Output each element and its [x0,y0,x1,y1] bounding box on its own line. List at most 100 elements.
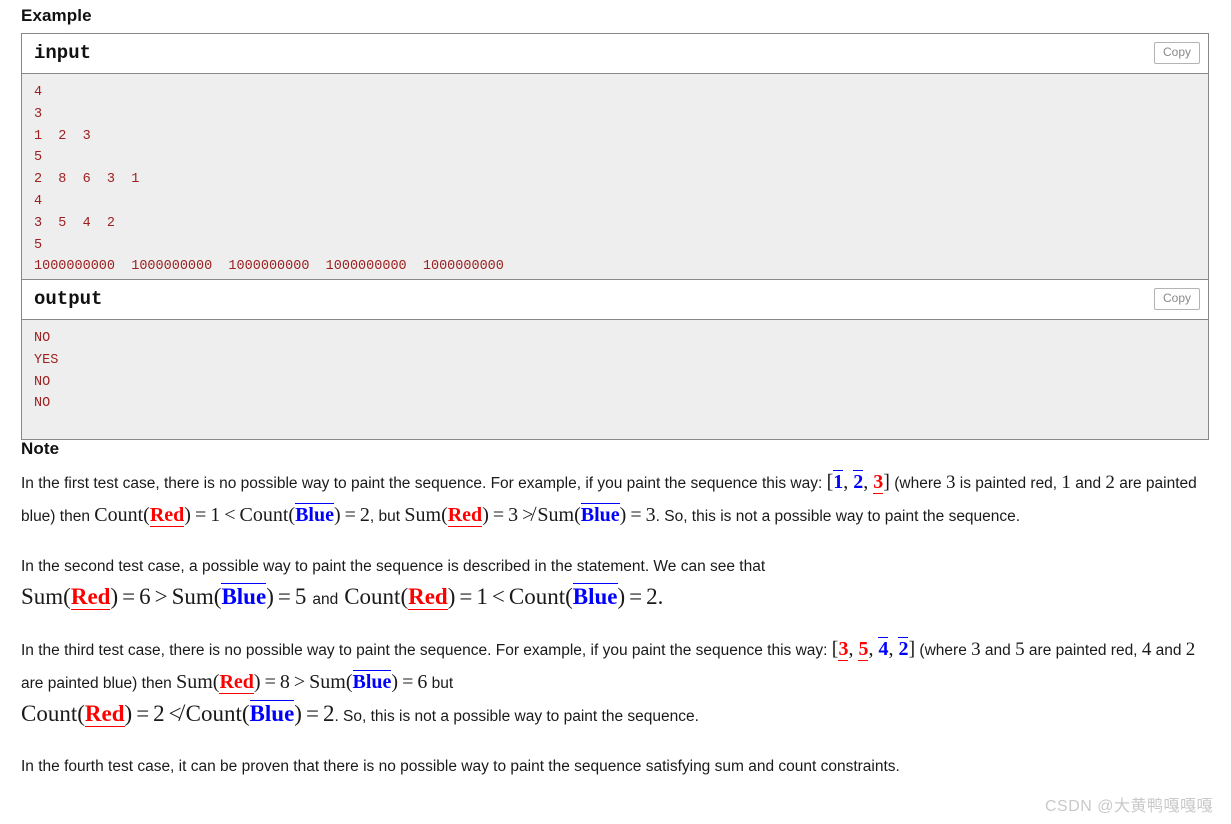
p2-display-equation: Sum(Red) = 6 > Sum(Blue) = 5 [21,583,306,610]
p1-num-1: 1 [1061,472,1071,493]
p1-value-2: 2 [359,504,370,526]
p2-paren-close-2: ) [266,584,274,609]
p3-text-3: and [980,642,1016,659]
p3-equals-4: = [305,701,319,726]
output-text: NO YES NO NO [34,331,59,412]
p3-equals-1: = [264,671,276,693]
p3-value-3: 2 [153,701,165,726]
p1-blue-token-2: Blue [580,503,620,526]
p3-paren-close-1: ) [253,671,261,693]
p1-paren-close-2: ) [333,504,341,526]
p1-bracket-close: ] [883,471,890,493]
p4-text-1: In the fourth test case, it can be prove… [21,758,900,775]
p3-not-less-than: ≮ [168,701,182,726]
p2-count-fn-2: Count( [508,584,573,609]
p1-paren-close-1: ) [184,504,191,526]
p3-red-token-2: Red [84,701,125,727]
note-paragraph-2: In the second test case, a possible way … [21,550,1211,616]
p1-count-red-expr: Count(Red) = 1 < Count(Blue) = 2 [94,503,370,527]
copy-input-button[interactable]: Copy [1153,42,1200,64]
p3-sum-fn-2: Sum( [309,671,353,693]
p1-text-3: is painted red, [955,475,1062,492]
p3-text-5: and [1151,642,1186,659]
p1-seq-sep-1: , [843,471,854,493]
p1-paren-close-3: ) [482,504,489,526]
p3-seq-item-4: 2 [898,637,909,660]
p3-num-2: 2 [1185,639,1196,660]
p1-seq-item-3: 3 [873,471,884,494]
p3-count-fn-2: Count( [185,701,250,726]
example-heading: Example [21,6,92,25]
p2-value-2: 5 [294,584,307,609]
p3-blue-token-2: Blue [249,700,295,726]
p2-conjunction: and [312,591,339,608]
p3-seq-item-2: 5 [858,638,869,661]
p2-value-4: 2 [646,584,658,609]
p1-equals-2: = [344,504,356,526]
p3-sum-expr: Sum(Red) = 8 > Sum(Blue) = 6 [176,670,427,694]
copy-output-button[interactable]: Copy [1153,288,1200,310]
p1-sum-fn-1: Sum( [404,504,448,526]
p3-count-expr: Count(Red) = 2 ≮ Count(Blue) = 2 [21,700,334,727]
sample-output-block: output Copy NO YES NO NO [22,280,1208,439]
p3-text-8: . So, this is not a possible way to pain… [334,708,699,725]
p3-count-fn-1: Count( [21,701,85,726]
p1-lessthan-1: < [224,504,236,526]
p1-text-7: . So, this is not a possible way to pain… [655,508,1021,525]
p3-num-3: 3 [971,639,981,660]
p2-equals-1: = [122,584,136,609]
p3-text-1: In the third test case, there is no poss… [21,642,832,659]
p1-count-fn-1: Count( [94,504,150,526]
p1-not-greater-than: ≯ [522,504,534,526]
p1-red-token-2: Red [447,504,483,527]
note-paragraph-4: In the fourth test case, it can be prove… [21,750,1211,783]
p1-blue-token-1: Blue [295,503,334,526]
input-body: 4 3 1 2 3 5 2 8 6 3 1 4 3 5 4 2 5 100000… [22,74,1208,279]
p1-num-2: 2 [1105,472,1115,493]
p1-value-4: 3 [645,504,656,526]
input-text: 4 3 1 2 3 5 2 8 6 3 1 4 3 5 4 2 5 100000… [34,85,504,275]
p1-num-3: 3 [945,472,956,493]
p2-count-equation: Count(Red) = 1 < Count(Blue) = 2. [344,583,663,610]
sample-tests-container: input Copy 4 3 1 2 3 5 2 8 6 3 1 4 3 5 4… [21,33,1209,440]
p1-sum-fn-2: Sum( [537,504,581,526]
p2-count-fn-1: Count( [344,584,409,609]
p3-seq-item-1: 3 [838,638,849,661]
p3-seq-sep-1: , [848,638,859,660]
p2-red-token-2: Red [408,584,448,610]
p3-equals-2: = [402,671,414,693]
input-label: input [34,42,92,64]
p1-equals-3: = [492,504,505,526]
p3-text-2: (where [915,642,972,659]
p1-text-1: In the first test case, there is no poss… [21,475,827,492]
p2-sum-fn-2: Sum( [171,584,222,609]
p3-seq-sep-2: , [868,638,879,660]
p3-text-4: are painted red, [1024,642,1142,659]
p3-paren-close-4: ) [294,701,302,726]
p1-text-6: , but [369,508,405,525]
p2-blue-token-2: Blue [572,583,618,609]
p2-sum-fn-1: Sum( [21,584,71,609]
p1-seq-item-1: 1 [833,470,844,493]
p3-blue-token-1: Blue [352,670,392,693]
p1-seq-sep-2: , [863,471,874,493]
p2-equals-2: = [277,584,291,609]
p2-red-token-1: Red [70,584,111,610]
p3-num-5: 5 [1015,639,1025,660]
p3-num-4: 4 [1141,639,1152,660]
note-paragraph-1: In the first test case, there is no poss… [21,466,1211,533]
p3-value-2: 6 [417,671,428,693]
p2-value-1: 6 [139,584,151,609]
p3-value-1: 8 [279,671,290,693]
p3-sum-fn-1: Sum( [176,671,220,693]
note-content: In the first test case, there is no poss… [21,466,1211,783]
p3-red-token-1: Red [219,671,254,694]
p3-seq-sep-3: , [888,638,899,660]
p1-equals-4: = [630,504,642,526]
p3-sequence: [3, 5, 4, 2] [832,637,915,661]
p1-sum-red-expr: Sum(Red) = 3 ≯ Sum(Blue) = 3 [404,503,656,527]
input-header: input Copy [22,34,1208,74]
note-paragraph-3: In the third test case, there is no poss… [21,633,1211,733]
p1-count-fn-2: Count( [239,504,296,526]
p2-blue-token-1: Blue [221,583,267,609]
